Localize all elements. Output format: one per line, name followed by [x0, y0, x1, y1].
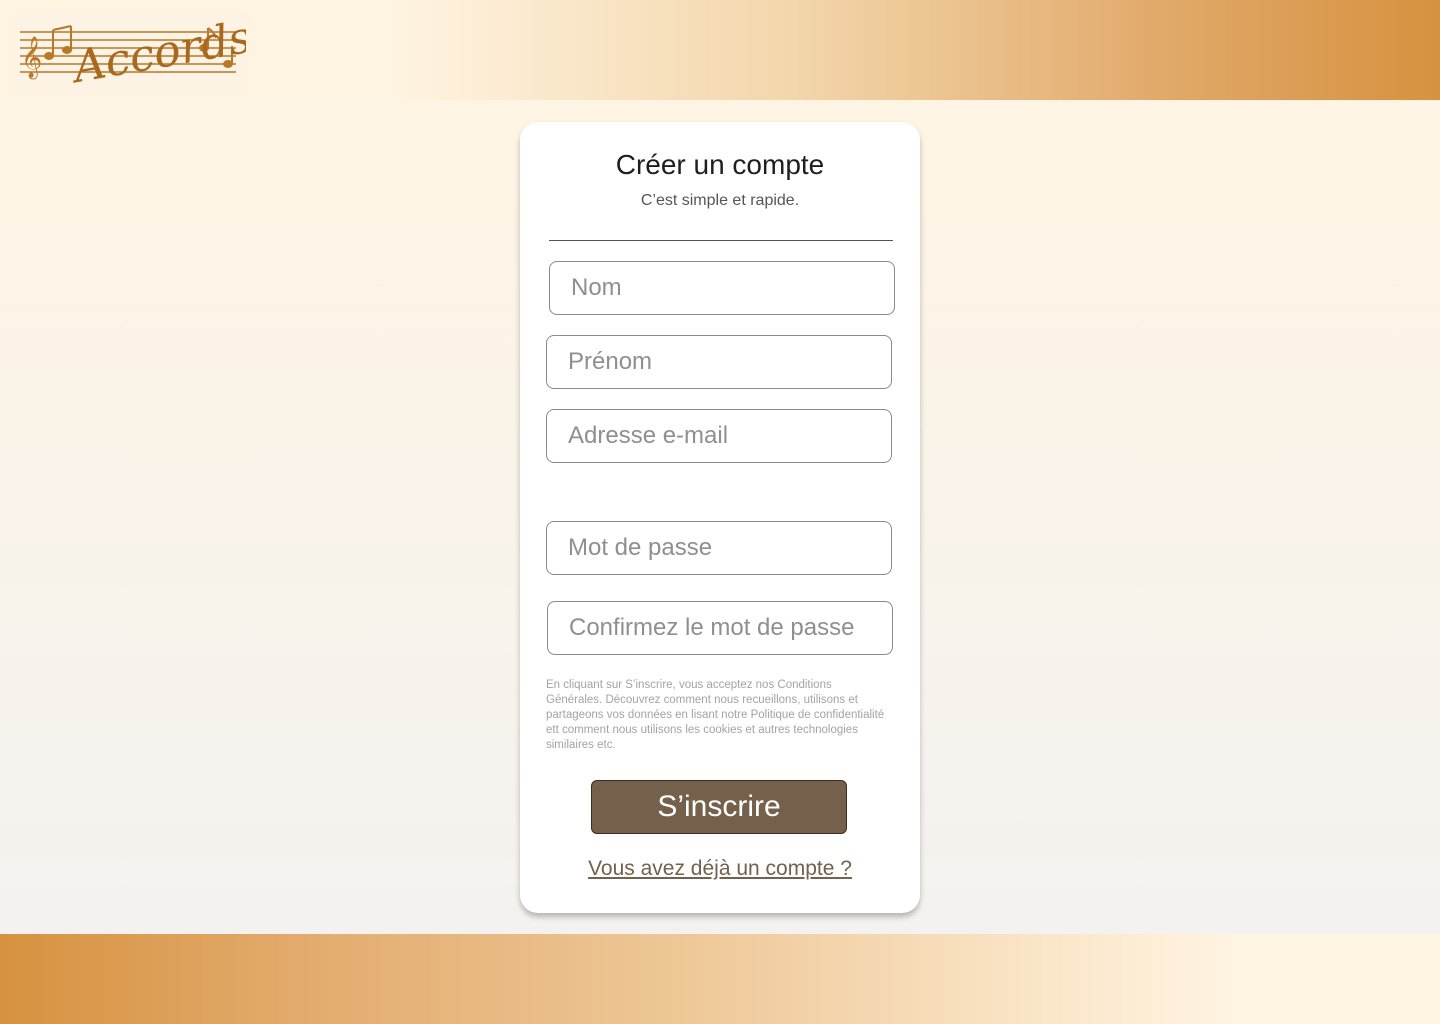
confirm-password-field[interactable]: [547, 601, 893, 655]
page-subtitle: C’est simple et rapide.: [640, 192, 800, 209]
music-staff-logo-icon: 𝄞 Accords: [20, 12, 246, 94]
terms-text: En cliquant sur S’inscrire, vous accepte…: [546, 679, 885, 751]
password-field[interactable]: [546, 521, 892, 575]
prenom-field[interactable]: [546, 335, 892, 389]
nom-field[interactable]: [549, 261, 895, 315]
divider: [549, 240, 893, 241]
svg-text:Accords: Accords: [66, 12, 246, 94]
page-title: Créer un compte: [615, 149, 825, 180]
footer-bar: [0, 934, 1440, 1024]
header-bar: 𝄞 Accords: [0, 0, 1440, 100]
logo[interactable]: 𝄞 Accords: [14, 12, 246, 94]
signup-card: Créer un compte C’est simple et rapide. …: [520, 122, 920, 913]
svg-text:𝄞: 𝄞: [21, 36, 42, 79]
signup-button[interactable]: S’inscrire: [591, 780, 847, 834]
email-field[interactable]: [546, 409, 892, 463]
login-link[interactable]: Vous avez déjà un compte ?: [520, 857, 920, 881]
